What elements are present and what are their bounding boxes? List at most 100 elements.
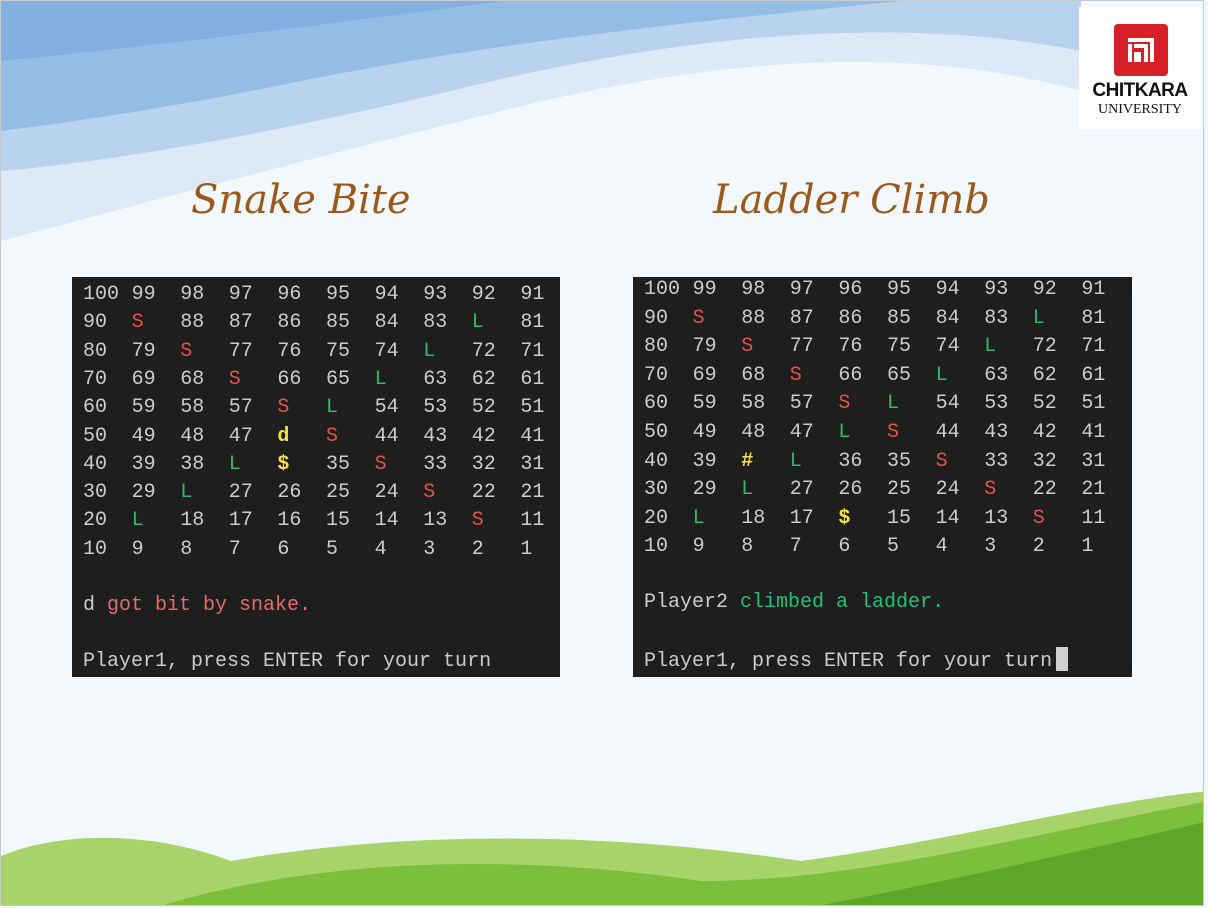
board-cell: 61 (520, 367, 545, 391)
board-cell: 30 (83, 481, 108, 505)
board-cell: 59 (131, 396, 156, 420)
board-cell: 84 (374, 311, 399, 335)
board-cell: 44 (935, 421, 960, 444)
board-cell: 63 (984, 363, 1009, 387)
board-cell: 49 (692, 421, 717, 444)
player-token-cell: d (277, 424, 290, 448)
board-cell: 4 (935, 535, 948, 559)
snake-cell: S (228, 367, 241, 391)
message-text: got bit by snake. (107, 594, 312, 617)
board-cell: 71 (520, 339, 545, 363)
board-cell: 32 (471, 452, 496, 476)
snake-cell: S (131, 311, 144, 335)
board-cell: 36 (838, 449, 863, 473)
board-cell: 65 (887, 363, 912, 387)
turn-prompt-text: Player1, press ENTER for your turn (644, 650, 1053, 673)
board-cell: 92 (471, 283, 496, 306)
board-cell: 96 (277, 283, 302, 306)
board-cell: 26 (838, 478, 863, 502)
message-text: climbed a ladder. (740, 591, 945, 614)
board-cell: 7 (789, 535, 802, 559)
board-cell: 91 (1081, 278, 1106, 301)
board-cell: 48 (741, 421, 766, 444)
board-cell: 97 (789, 278, 814, 301)
board-cell: 14 (935, 506, 960, 530)
board-cell: 71 (1081, 335, 1106, 359)
board-cell: 16 (277, 509, 302, 533)
board-cell: 4 (374, 537, 387, 561)
event-message: Player2 climbed a ladder. (644, 590, 944, 616)
snake-bite-terminal: 100 99 98 97 96 95 94 93 92 91 90 S 88 87 86 85 84 83 L 81 8… (72, 277, 560, 677)
board-cell: 42 (1032, 421, 1057, 444)
board-cell: 22 (1032, 478, 1057, 502)
board-cell: 63 (423, 367, 448, 391)
board-cell: 35 (326, 452, 351, 476)
board-cell: 80 (644, 335, 669, 359)
snake-cell: S (692, 306, 705, 330)
board-cell: 87 (228, 311, 253, 335)
board-cell: 79 (131, 339, 156, 363)
board-cell: 24 (374, 481, 399, 505)
board-cell: 5 (326, 537, 339, 561)
board-cell: 90 (644, 306, 669, 330)
board-cell: 51 (520, 396, 545, 420)
logo-subtitle: UNIVERSITY (1098, 102, 1182, 117)
board-cell: 1 (1081, 535, 1094, 559)
board-cell: 68 (180, 367, 205, 391)
board-cell: 41 (520, 424, 545, 448)
snake-cell: S (984, 478, 997, 502)
board-cell: 8 (741, 535, 754, 559)
board-cell: 92 (1032, 278, 1057, 301)
board-cell: 100 (644, 278, 681, 301)
board-cell: 94 (935, 278, 960, 301)
board-cell: 30 (644, 478, 669, 502)
snake-cell: S (423, 481, 436, 505)
board-cell: 88 (180, 311, 205, 335)
ladder-cell: L (326, 396, 339, 420)
snake-cell: S (471, 509, 484, 533)
snake-cell: S (1032, 506, 1045, 530)
turn-prompt: Player1, press ENTER for your turn (83, 650, 492, 673)
board-cell: 2 (1032, 535, 1045, 559)
board-cell: 76 (838, 335, 863, 359)
board-cell: 87 (789, 306, 814, 330)
board-cell: 35 (887, 449, 912, 473)
board-cell: 72 (471, 339, 496, 363)
board-cell: 21 (1081, 478, 1106, 502)
board-cell: 69 (131, 367, 156, 391)
board-cell: 7 (228, 537, 241, 561)
board-cell: 20 (83, 509, 108, 533)
board-cell: 81 (520, 311, 545, 335)
board-cell: 2 (471, 537, 484, 561)
board-cell: 60 (644, 392, 669, 416)
board-cell: 24 (935, 478, 960, 502)
board-cell: 1 (520, 537, 533, 561)
snake-bite-title: Snake Bite (191, 177, 411, 223)
board-cell: 58 (741, 392, 766, 416)
snake-cell: S (789, 363, 802, 387)
board-cell: 75 (326, 339, 351, 363)
snake-cell: S (180, 339, 193, 363)
ladder-cell: L (887, 392, 900, 416)
board-cell: 15 (326, 509, 351, 533)
board-cell: 85 (887, 306, 912, 330)
board-cell: 53 (984, 392, 1009, 416)
board-cell: 11 (1081, 506, 1106, 530)
ladder-cell: L (228, 452, 241, 476)
board-cell: 39 (692, 449, 717, 473)
board-cell: 33 (984, 449, 1009, 473)
board-cell: 77 (228, 339, 253, 363)
ladder-cell: L (423, 339, 436, 363)
board-cell: 70 (644, 363, 669, 387)
board-cell: 59 (692, 392, 717, 416)
event-message: d got bit by snake. (83, 593, 311, 619)
board-cell: 18 (741, 506, 766, 530)
board-cell: 83 (423, 311, 448, 335)
board-cell: 11 (520, 509, 545, 533)
turn-prompt[interactable]: Player1, press ENTER for your turn (644, 647, 1069, 675)
board-cell: 98 (180, 283, 205, 306)
player-token-cell: $ (838, 506, 851, 530)
board-cell: 40 (644, 449, 669, 473)
board-cell: 70 (83, 367, 108, 391)
board-cell: 25 (326, 481, 351, 505)
